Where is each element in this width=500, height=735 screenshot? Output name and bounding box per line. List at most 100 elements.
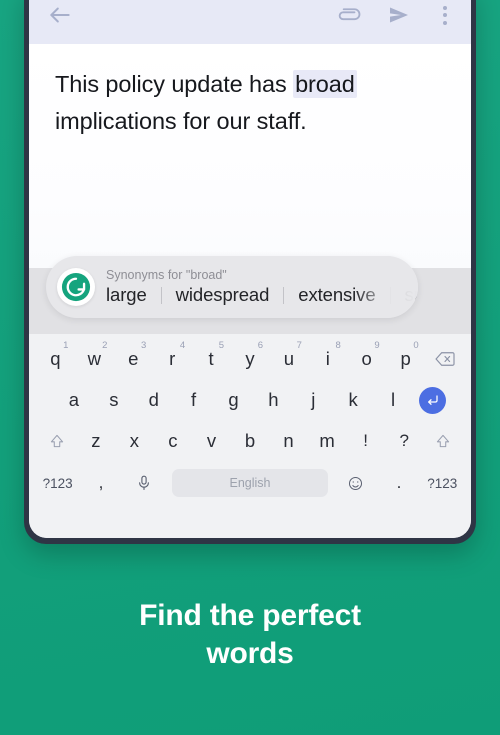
key-label: p <box>400 348 411 369</box>
key-label: f <box>191 389 197 410</box>
grammarly-logo-icon[interactable] <box>57 268 95 306</box>
paperclip-icon[interactable] <box>335 2 361 28</box>
synonym-option[interactable]: sure <box>405 284 418 306</box>
key-e[interactable]: 3e <box>114 340 153 378</box>
key-number: 0 <box>413 340 419 351</box>
key-number: 6 <box>257 340 263 351</box>
backspace-icon[interactable] <box>425 340 464 378</box>
synonym-content: Synonyms for "broad" large widespread ex… <box>106 268 418 306</box>
spacebar[interactable]: English <box>171 469 328 497</box>
key-o[interactable]: 9o <box>347 340 386 378</box>
key-label: q <box>50 348 61 369</box>
key-c[interactable]: c <box>154 422 193 460</box>
message-text: This policy update has broad implication… <box>55 66 445 140</box>
phone-screen: This policy update has broad implication… <box>29 0 471 538</box>
more-vertical-icon[interactable] <box>437 2 453 29</box>
message-text-after: implications for our staff. <box>55 108 307 134</box>
synonym-suggestion-pill[interactable]: Synonyms for "broad" large widespread ex… <box>46 256 418 318</box>
key-number: 8 <box>335 340 341 351</box>
key-label: ? <box>399 431 409 450</box>
key-exclamation[interactable]: ! <box>346 422 385 460</box>
synonym-list: large widespread extensive sure <box>106 284 418 306</box>
key-label: b <box>244 430 256 451</box>
key-label: y <box>245 348 255 369</box>
promo-caption: Find the perfect words <box>0 597 500 673</box>
key-g[interactable]: g <box>214 381 254 419</box>
key-number: 4 <box>179 340 186 351</box>
key-number: 3 <box>140 340 147 351</box>
promo-caption-line-1: Find the perfect <box>139 599 361 632</box>
emoji-icon[interactable] <box>334 463 377 503</box>
key-number: 1 <box>63 340 69 351</box>
key-label: . <box>396 473 402 492</box>
symbols-key-right[interactable]: ?123 <box>421 463 464 503</box>
key-label: ?123 <box>427 475 458 491</box>
app-toolbar <box>29 0 471 44</box>
synonym-option[interactable]: large <box>106 284 147 306</box>
key-label: z <box>91 430 101 451</box>
enter-icon[interactable] <box>419 386 447 414</box>
send-icon[interactable] <box>387 3 411 27</box>
key-s[interactable]: s <box>94 381 134 419</box>
key-t[interactable]: 5t <box>192 340 231 378</box>
phone-device-frame: This policy update has broad implication… <box>24 0 476 544</box>
key-m[interactable]: m <box>308 422 347 460</box>
key-label: m <box>319 430 335 451</box>
synonym-option[interactable]: widespread <box>176 284 270 306</box>
synonym-separator <box>283 286 285 304</box>
key-u[interactable]: 7u <box>269 340 308 378</box>
key-v[interactable]: v <box>192 422 231 460</box>
key-d[interactable]: d <box>134 381 174 419</box>
synonym-band: Synonyms for "broad" large widespread ex… <box>29 256 471 334</box>
key-l[interactable]: l <box>373 381 413 419</box>
keyboard-row-4: ?123 , English . ?123 <box>36 463 464 503</box>
key-label: j <box>311 389 316 410</box>
keyboard-row-3: z x c v b n m ! ? <box>36 422 464 460</box>
key-label: l <box>391 389 396 410</box>
key-y[interactable]: 6y <box>231 340 270 378</box>
key-label: w <box>87 348 102 369</box>
key-w[interactable]: 2w <box>75 340 114 378</box>
key-label: s <box>109 389 119 410</box>
key-h[interactable]: h <box>253 381 293 419</box>
key-label: x <box>129 430 139 451</box>
key-label: n <box>283 430 294 451</box>
key-n[interactable]: n <box>269 422 308 460</box>
key-period[interactable]: . <box>377 463 420 503</box>
spacebar-label: English <box>229 476 271 490</box>
key-question[interactable]: ? <box>385 422 424 460</box>
synonym-option[interactable]: extensive <box>298 284 375 306</box>
key-i[interactable]: 8i <box>308 340 347 378</box>
key-j[interactable]: j <box>293 381 333 419</box>
key-number: 5 <box>218 340 225 351</box>
symbols-key[interactable]: ?123 <box>36 463 79 503</box>
key-b[interactable]: b <box>231 422 270 460</box>
key-label: c <box>168 430 178 451</box>
back-arrow-icon[interactable] <box>47 2 73 28</box>
key-a[interactable]: a <box>54 381 94 419</box>
key-z[interactable]: z <box>77 422 116 460</box>
key-q[interactable]: 1q <box>36 340 75 378</box>
shift-icon[interactable] <box>38 422 77 460</box>
key-label: r <box>169 348 176 369</box>
key-label: d <box>148 389 159 410</box>
key-k[interactable]: k <box>333 381 373 419</box>
key-comma[interactable]: , <box>79 463 122 503</box>
key-f[interactable]: f <box>174 381 214 419</box>
key-r[interactable]: 4r <box>153 340 192 378</box>
key-number: 9 <box>374 340 380 351</box>
key-label: u <box>283 348 295 369</box>
microphone-icon[interactable] <box>123 463 166 503</box>
key-number: 7 <box>296 340 302 351</box>
shift-icon[interactable] <box>423 422 462 460</box>
toolbar-actions <box>335 2 457 29</box>
key-p[interactable]: 0p <box>386 340 425 378</box>
key-label: ! <box>363 431 369 450</box>
synonym-title: Synonyms for "broad" <box>106 268 227 282</box>
synonym-separator <box>389 286 391 304</box>
key-label: t <box>208 348 214 369</box>
key-x[interactable]: x <box>115 422 154 460</box>
key-label: a <box>68 389 80 410</box>
message-body[interactable]: This policy update has broad implication… <box>29 44 471 268</box>
highlighted-word[interactable]: broad <box>293 70 357 98</box>
